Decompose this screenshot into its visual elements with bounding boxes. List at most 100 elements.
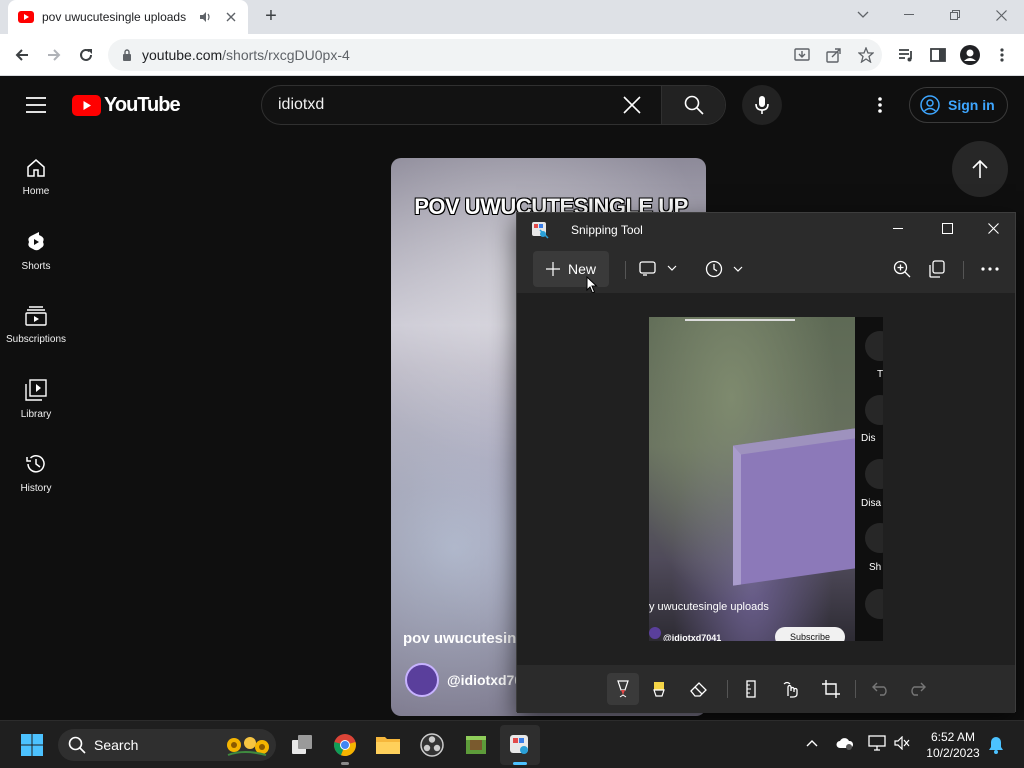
media-controls-icon[interactable] [894,43,918,67]
close-icon[interactable] [988,223,999,234]
sidebar-item-label: History [20,482,52,494]
sidebar-item-label: Subscriptions [5,333,67,345]
install-app-icon[interactable] [790,43,814,67]
captured-like-label: T [877,369,883,380]
youtube-favicon-icon [18,11,34,23]
notification-bell-icon[interactable] [988,736,1004,754]
forward-icon[interactable] [42,43,66,67]
onedrive-icon[interactable] [836,736,854,750]
captured-screenshot[interactable]: y uwucutesingle uploads @idiotxd7041 Sub… [649,317,883,641]
taskbar-search-label: Search [94,737,139,753]
sidebar-item-label: Library [20,408,52,420]
ballpoint-pen-icon[interactable] [607,673,639,705]
captured-channel: @idiotxd7041 [663,633,722,641]
chrome-menu-icon[interactable] [990,43,1014,67]
settings-menu-icon[interactable] [878,97,882,113]
minimize-icon[interactable] [893,228,903,230]
restore-window-button[interactable] [932,0,978,30]
captured-comments-label: Disa [861,498,882,509]
more-options-icon[interactable] [981,267,999,271]
history-icon [26,454,45,473]
minimize-window-button[interactable] [886,0,932,30]
new-tab-button[interactable]: + [260,6,282,28]
sign-in-button[interactable]: Sign in [909,87,1008,123]
chrome-taskbar-icon[interactable] [325,725,365,765]
obs-icon[interactable] [412,725,452,765]
captured-video-frame: y uwucutesingle uploads @idiotxd7041 Sub… [649,317,855,641]
channel-handle[interactable]: @idiotxd70 [447,672,522,688]
volume-muted-icon[interactable] [894,736,910,750]
plus-icon [545,262,560,276]
sidebar-item-home[interactable]: Home [0,140,72,214]
audio-playing-icon[interactable] [198,10,212,24]
youtube-logo-icon [72,95,101,116]
sidebar-item-subscriptions[interactable]: Subscriptions [0,288,72,362]
microphone-icon [755,96,769,114]
zoom-in-icon[interactable] [893,260,911,278]
bookmark-star-icon[interactable] [854,43,878,67]
reload-icon[interactable] [74,43,98,67]
touch-writing-icon[interactable] [779,677,803,701]
close-window-button[interactable] [978,0,1024,30]
clock-date: 10/2/2023 [926,746,980,760]
lock-icon[interactable] [122,49,132,61]
browser-tab[interactable]: pov uwucutesingle uploads [8,0,248,34]
maximize-icon[interactable] [942,223,953,234]
sidebar-item-shorts[interactable]: Shorts [0,214,72,288]
search-icon [68,736,86,754]
address-bar[interactable]: youtube.com/shorts/rxcgDU0px-4 [108,39,882,71]
previous-short-button[interactable] [952,141,1008,197]
snipping-tool-taskbar-icon[interactable] [500,725,540,765]
separator [727,680,728,698]
system-clock[interactable]: 6:52 AM 10/2/2023 [918,729,988,761]
mouse-cursor-icon [586,276,598,294]
network-icon[interactable] [868,735,886,751]
start-button[interactable] [12,725,52,765]
sidebar-item-label: Home [22,185,50,197]
highlighter-icon[interactable] [647,677,671,701]
browser-toolbar: youtube.com/shorts/rxcgDU0px-4 [0,34,1024,76]
minecraft-launcher-icon[interactable] [456,725,496,765]
eraser-icon[interactable] [687,677,711,701]
voice-search-button[interactable] [742,85,782,125]
side-panel-icon[interactable] [926,43,950,67]
youtube-logo-text: YouTube [104,94,181,116]
close-tab-icon[interactable] [226,12,236,22]
taskbar-search-box[interactable]: Search [58,729,276,761]
clear-search-icon[interactable] [623,96,641,114]
crop-icon[interactable] [819,677,843,701]
url-text: youtube.com/shorts/rxcgDU0px-4 [142,47,350,63]
task-view-icon[interactable] [282,725,322,765]
captured-comments-button [865,459,883,489]
sidebar-item-history[interactable]: History [0,436,72,510]
search-bar[interactable]: idiotxd [261,85,726,125]
running-indicator [341,762,349,765]
file-explorer-icon[interactable] [368,725,408,765]
copy-icon[interactable] [929,260,945,278]
youtube-logo[interactable]: YouTube [72,94,181,117]
active-indicator [513,762,527,765]
separator [963,261,964,279]
channel-avatar[interactable] [405,663,439,697]
sidebar-item-library[interactable]: Library [0,362,72,436]
channel-info[interactable]: @idiotxd70 [405,663,522,697]
share-icon[interactable] [822,43,846,67]
snipping-tool-titlebar[interactable]: Snipping Tool [517,213,1015,247]
snip-mode-dropdown[interactable] [639,260,677,276]
windows-taskbar: Search 6:52 AM 10/2/2023 [0,720,1024,768]
profile-avatar-icon[interactable] [958,43,982,67]
markup-toolbar [517,665,1015,713]
search-button[interactable] [661,86,725,124]
guide-menu-icon[interactable] [26,97,46,113]
show-hidden-icons-chevron[interactable] [806,739,818,747]
ruler-icon[interactable] [739,677,763,701]
captured-share-label: Sh [869,562,882,573]
redo-icon[interactable] [905,677,929,701]
captured-subscribe-button: Subscribe [775,627,845,641]
undo-icon[interactable] [869,677,893,701]
delay-dropdown[interactable] [705,260,743,278]
back-icon[interactable] [10,43,34,67]
captured-share-button [865,523,883,553]
search-input[interactable]: idiotxd [278,96,623,114]
tab-search-icon[interactable] [840,0,886,30]
